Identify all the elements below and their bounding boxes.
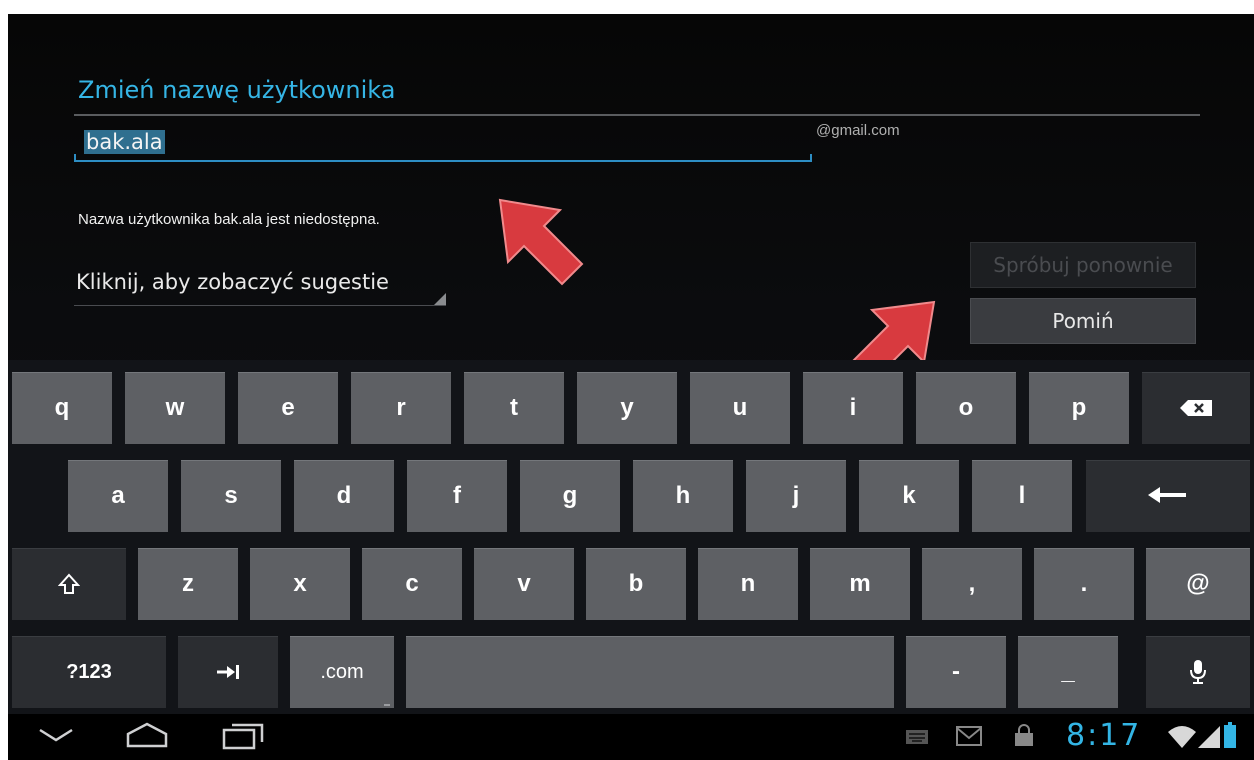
input-right-edge bbox=[810, 154, 812, 162]
signal-icon bbox=[1198, 726, 1220, 753]
microphone-icon bbox=[1190, 660, 1206, 684]
backspace-icon bbox=[1180, 400, 1212, 416]
input-left-edge bbox=[74, 154, 76, 162]
backspace-key[interactable] bbox=[1142, 372, 1250, 444]
key-a[interactable]: a bbox=[68, 460, 168, 532]
skip-button[interactable]: Pomiń bbox=[970, 298, 1196, 344]
key-n[interactable]: n bbox=[698, 548, 798, 620]
key-r[interactable]: r bbox=[351, 372, 451, 444]
key-period[interactable]: . bbox=[1034, 548, 1134, 620]
tab-icon bbox=[217, 664, 239, 680]
key-s[interactable]: s bbox=[181, 460, 281, 532]
shift-icon bbox=[58, 573, 80, 595]
symbols-key[interactable]: ?123 bbox=[12, 636, 166, 708]
back-icon[interactable] bbox=[38, 728, 74, 747]
username-input[interactable]: bak.ala bbox=[74, 126, 812, 162]
key-at[interactable]: @ bbox=[1146, 548, 1250, 620]
spacebar-key[interactable] bbox=[406, 636, 894, 708]
wifi-icon bbox=[1168, 724, 1196, 753]
key-v[interactable]: v bbox=[474, 548, 574, 620]
key-u[interactable]: u bbox=[690, 372, 790, 444]
battery-icon bbox=[1224, 722, 1236, 753]
key-c[interactable]: c bbox=[362, 548, 462, 620]
dotcom-key[interactable]: .com bbox=[290, 636, 394, 708]
voice-input-key[interactable] bbox=[1146, 636, 1250, 708]
key-j[interactable]: j bbox=[746, 460, 846, 532]
annotation-arrow-icon bbox=[498, 198, 584, 286]
system-navigation-bar: 8:17 bbox=[8, 714, 1254, 760]
lock-icon bbox=[1014, 724, 1034, 751]
key-dash[interactable]: - bbox=[906, 636, 1006, 708]
spinner-corner-icon bbox=[434, 293, 446, 305]
key-p[interactable]: p bbox=[1029, 372, 1129, 444]
key-d[interactable]: d bbox=[294, 460, 394, 532]
screen: Zmień nazwę użytkownika bak.ala @gmail.c… bbox=[8, 14, 1254, 760]
key-l[interactable]: l bbox=[972, 460, 1072, 532]
username-selected-text: bak.ala bbox=[84, 130, 165, 154]
soft-keyboard: q w e r t y u i o p a s d f g h j k l z … bbox=[8, 360, 1254, 714]
key-t[interactable]: t bbox=[464, 372, 564, 444]
gmail-icon bbox=[956, 726, 982, 751]
key-h[interactable]: h bbox=[633, 460, 733, 532]
key-b[interactable]: b bbox=[586, 548, 686, 620]
domain-suffix: @gmail.com bbox=[816, 122, 900, 139]
key-y[interactable]: y bbox=[577, 372, 677, 444]
error-message: Nazwa użytkownika bak.ala jest niedostęp… bbox=[78, 211, 380, 228]
key-q[interactable]: q bbox=[12, 372, 112, 444]
dotcom-label: .com bbox=[320, 660, 364, 683]
key-underscore[interactable]: _ bbox=[1018, 636, 1118, 708]
key-e[interactable]: e bbox=[238, 372, 338, 444]
status-clock: 8:17 bbox=[1066, 718, 1142, 753]
key-m[interactable]: m bbox=[810, 548, 910, 620]
enter-key[interactable] bbox=[1086, 460, 1250, 532]
title-divider bbox=[74, 114, 1200, 116]
key-i[interactable]: i bbox=[803, 372, 903, 444]
key-k[interactable]: k bbox=[859, 460, 959, 532]
retry-button[interactable]: Spróbuj ponownie bbox=[970, 242, 1196, 288]
shift-key[interactable] bbox=[12, 548, 126, 620]
page-title: Zmień nazwę użytkownika bbox=[78, 76, 396, 104]
more-options-indicator bbox=[384, 704, 390, 706]
key-g[interactable]: g bbox=[520, 460, 620, 532]
key-x[interactable]: x bbox=[250, 548, 350, 620]
key-f[interactable]: f bbox=[407, 460, 507, 532]
keyboard-icon bbox=[906, 730, 928, 749]
home-icon[interactable] bbox=[126, 722, 168, 753]
recent-apps-icon[interactable] bbox=[222, 722, 264, 755]
key-z[interactable]: z bbox=[138, 548, 238, 620]
key-comma[interactable]: , bbox=[922, 548, 1022, 620]
key-o[interactable]: o bbox=[916, 372, 1016, 444]
key-w[interactable]: w bbox=[125, 372, 225, 444]
suggestions-label: Kliknij, aby zobaczyć sugestie bbox=[76, 270, 389, 294]
enter-icon bbox=[1148, 486, 1188, 506]
tab-key[interactable] bbox=[178, 636, 278, 708]
suggestions-spinner[interactable]: Kliknij, aby zobaczyć sugestie bbox=[74, 266, 446, 306]
